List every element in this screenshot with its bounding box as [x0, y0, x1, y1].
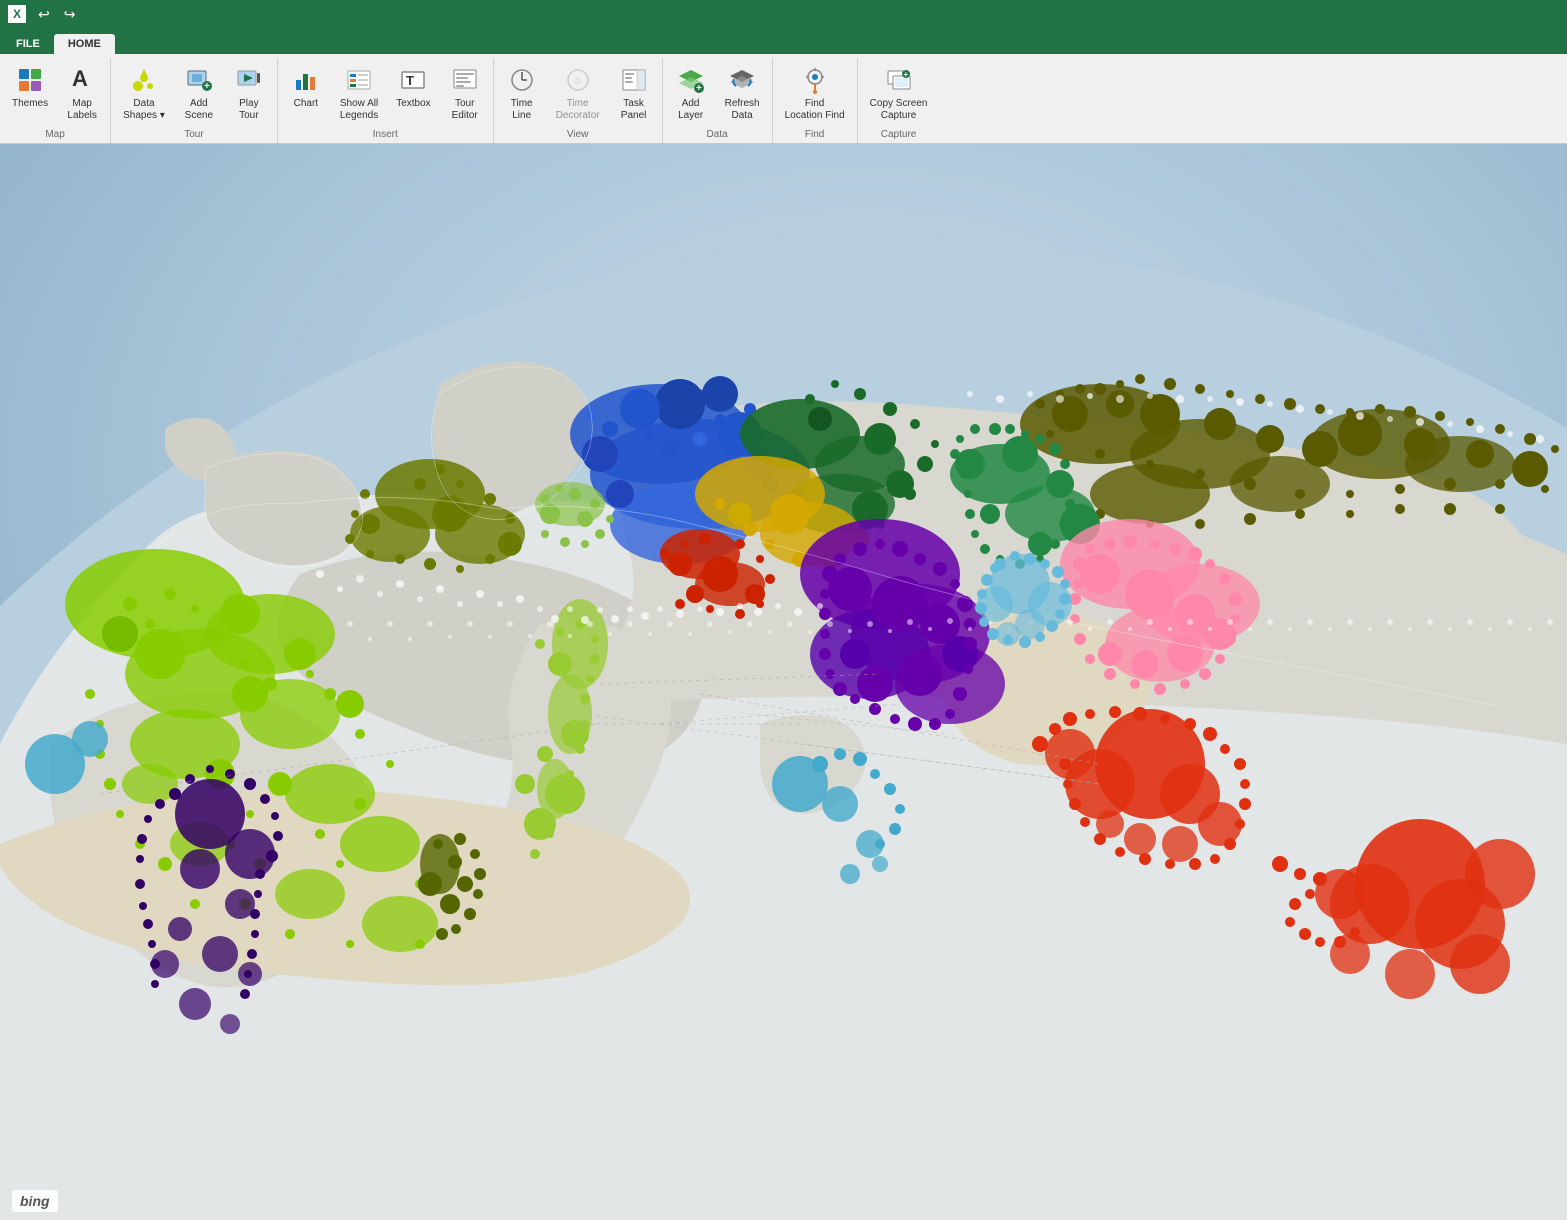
- themes-button[interactable]: Themes: [4, 60, 56, 112]
- textbox-icon: T: [397, 64, 429, 96]
- refresh-data-label: RefreshData: [725, 98, 760, 122]
- insert-group-label: Insert: [282, 127, 489, 143]
- chart-button[interactable]: Chart: [282, 60, 330, 112]
- show-all-legends-label: Show AllLegends: [340, 98, 378, 122]
- tour-group-label: Tour: [115, 127, 273, 143]
- play-tour-button[interactable]: PlayTour: [225, 60, 273, 124]
- data-group-label: Data: [667, 127, 768, 143]
- chart-icon: [290, 64, 322, 96]
- tour-editor-button[interactable]: TourEditor: [441, 60, 489, 124]
- tour-editor-label: TourEditor: [452, 98, 478, 122]
- task-panel-button[interactable]: TaskPanel: [610, 60, 658, 124]
- find-group-label: Find: [777, 127, 853, 143]
- textbox-button[interactable]: T Textbox: [388, 60, 438, 112]
- find-location-label: FindLocation Find: [785, 98, 845, 122]
- map-group-label: Map: [4, 127, 106, 143]
- data-group-items: + AddLayer RefreshData: [667, 60, 768, 127]
- view-group-items: TimeLine ⏱ TimeDecorator: [498, 60, 658, 127]
- map-labels-label: MapLabels: [67, 98, 96, 122]
- add-scene-label: AddScene: [185, 98, 213, 122]
- time-decorator-label: TimeDecorator: [556, 98, 600, 122]
- map-group-items: Themes A MapLabels: [4, 60, 106, 127]
- time-line-label: TimeLine: [511, 98, 533, 122]
- data-shapes-icon: [128, 64, 160, 96]
- copy-screen-icon: +: [883, 64, 915, 96]
- task-panel-label: TaskPanel: [621, 98, 647, 122]
- refresh-data-button[interactable]: RefreshData: [717, 60, 768, 124]
- svg-text:A: A: [72, 66, 88, 91]
- title-bar-controls: ↩ ↪: [34, 6, 79, 23]
- copy-screen-label: Copy ScreenCapture: [870, 98, 928, 122]
- time-decorator-button[interactable]: ⏱ TimeDecorator: [548, 60, 608, 124]
- chart-label: Chart: [294, 98, 318, 110]
- show-all-legends-button[interactable]: Show AllLegends: [332, 60, 386, 124]
- find-location-icon: [799, 64, 831, 96]
- tour-group-items: DataShapes ▾ + AddScene: [115, 60, 273, 127]
- capture-group-items: + Copy ScreenCapture: [862, 60, 936, 127]
- task-panel-icon: [618, 64, 650, 96]
- add-scene-icon: +: [183, 64, 215, 96]
- textbox-label: Textbox: [396, 98, 430, 110]
- ribbon-group-insert: Chart Show AllLegends: [278, 58, 494, 143]
- excel-logo: X: [8, 5, 26, 23]
- themes-icon: [14, 64, 46, 96]
- insert-group-items: Chart Show AllLegends: [282, 60, 489, 127]
- time-decorator-icon: ⏱: [562, 64, 594, 96]
- tab-bar: FILE HOME: [0, 28, 1567, 54]
- ribbon-group-map: Themes A MapLabels Map: [0, 58, 111, 143]
- svg-text:T: T: [406, 73, 414, 88]
- time-line-icon: [506, 64, 538, 96]
- add-layer-button[interactable]: + AddLayer: [667, 60, 715, 124]
- svg-text:+: +: [696, 83, 702, 94]
- add-layer-label: AddLayer: [678, 98, 703, 122]
- ribbon: Themes A MapLabels Map: [0, 54, 1567, 144]
- map-container[interactable]: bing: [0, 144, 1567, 1220]
- play-tour-label: PlayTour: [239, 98, 258, 122]
- svg-text:+: +: [903, 70, 908, 79]
- tab-home[interactable]: HOME: [54, 34, 115, 54]
- refresh-data-icon: [726, 64, 758, 96]
- time-line-button[interactable]: TimeLine: [498, 60, 546, 124]
- capture-group-label: Capture: [862, 127, 936, 143]
- ribbon-group-view: TimeLine ⏱ TimeDecorator: [494, 58, 663, 143]
- tour-editor-icon: [449, 64, 481, 96]
- undo-button[interactable]: ↩: [34, 6, 54, 23]
- data-shapes-label: DataShapes ▾: [123, 98, 165, 122]
- ribbon-group-tour: DataShapes ▾ + AddScene: [111, 58, 278, 143]
- find-location-button[interactable]: FindLocation Find: [777, 60, 853, 124]
- play-tour-icon: [233, 64, 265, 96]
- map-labels-icon: A: [66, 64, 98, 96]
- title-bar: X ↩ ↪: [0, 0, 1567, 28]
- ribbon-group-find: FindLocation Find Find: [773, 58, 858, 143]
- show-all-legends-icon: [343, 64, 375, 96]
- find-group-items: FindLocation Find: [777, 60, 853, 127]
- data-shapes-button[interactable]: DataShapes ▾: [115, 60, 173, 124]
- view-group-label: View: [498, 127, 658, 143]
- ribbon-group-data: + AddLayer RefreshData Data: [663, 58, 773, 143]
- themes-label: Themes: [12, 98, 48, 110]
- tab-file[interactable]: FILE: [2, 34, 54, 54]
- copy-screen-button[interactable]: + Copy ScreenCapture: [862, 60, 936, 124]
- add-scene-button[interactable]: + AddScene: [175, 60, 223, 124]
- redo-button[interactable]: ↪: [60, 6, 80, 23]
- globe-map: [0, 144, 1567, 1220]
- svg-text:⏱: ⏱: [574, 76, 581, 86]
- svg-text:+: +: [204, 81, 210, 92]
- map-labels-button[interactable]: A MapLabels: [58, 60, 106, 124]
- ribbon-group-capture: + Copy ScreenCapture Capture: [858, 58, 940, 143]
- add-layer-icon: +: [675, 64, 707, 96]
- bing-logo: bing: [12, 1190, 58, 1212]
